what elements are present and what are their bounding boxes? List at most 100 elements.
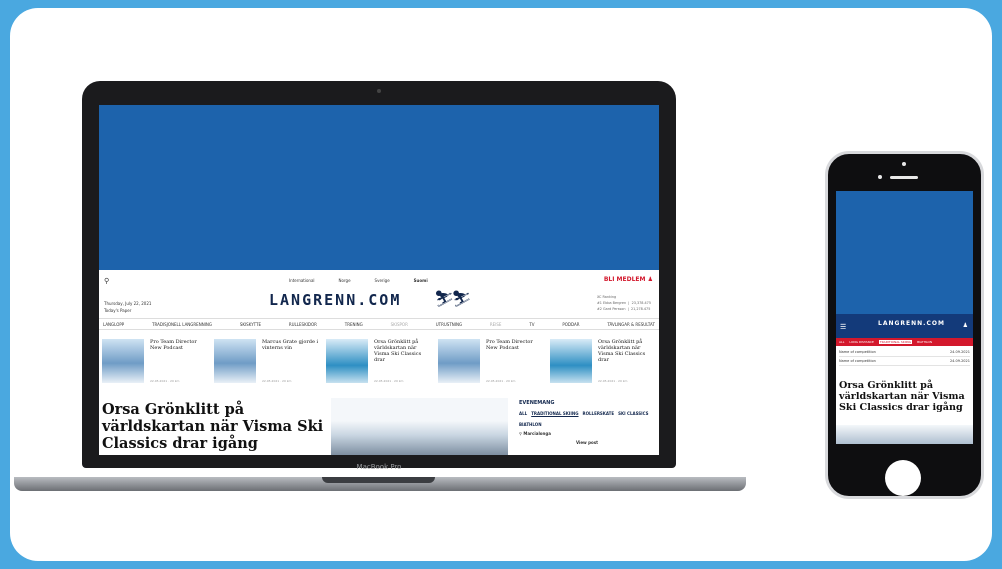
article-thumbnail — [326, 339, 368, 383]
nav-item[interactable]: TÄVLINGAR & RESULTAT — [607, 322, 654, 327]
search-icon[interactable]: ⚲ — [104, 277, 109, 285]
phone-sensor — [878, 175, 882, 179]
phone-hero-banner — [836, 191, 973, 314]
date-block: Thursday, July 22, 2021 Today's Paper — [104, 300, 151, 314]
phone-tabs: ALL LONG DISTANCE TRADITIONAL SKIING BIA… — [836, 338, 973, 346]
mini-article[interactable]: Orsa Grönklitt på världskartan när Visma… — [326, 337, 432, 391]
ranking-widget: XC Ranking #1 Ebba Bergren | 23,378.475 … — [597, 294, 651, 312]
events-tag[interactable]: ALL — [519, 410, 527, 417]
nav-item[interactable]: TRENING — [345, 322, 363, 327]
region-switcher: International Norge Sverige Suomi — [289, 278, 428, 283]
user-icon: ♟ — [647, 276, 653, 283]
region-link-active[interactable]: Suomi — [414, 278, 428, 283]
events-tag[interactable]: ROLLERSKATE — [583, 410, 615, 417]
mini-article-title: Orsa Grönklitt på världskartan när Visma… — [374, 339, 422, 363]
phone-tab[interactable]: BIATHLON — [917, 340, 932, 344]
join-button[interactable]: BLI MEDLEM ♟ — [604, 276, 653, 283]
ranking-name: Ebba Bergren — [603, 301, 627, 305]
phone-camera — [902, 162, 906, 166]
mini-article-title: Pro Team Director New Podcast — [486, 339, 533, 351]
nav-item[interactable]: TV — [529, 322, 534, 327]
ranking-rank: #1 — [596, 301, 602, 305]
events-title: EVENEMANG — [519, 400, 555, 406]
article-thumbnail — [550, 339, 592, 383]
table-row[interactable]: Name of competition 24.09.2021 — [839, 357, 970, 366]
phone-header: ☰ LANGRENN.COM ♟ — [836, 314, 973, 338]
skier-logo-icon: ⛷⛷ — [434, 289, 472, 308]
hamburger-menu-icon[interactable]: ☰ — [840, 323, 846, 331]
article-thumbnail — [438, 339, 480, 383]
mini-article[interactable]: Pro Team Director New Podcast 22.05.2021… — [102, 337, 208, 391]
article-thumbnail — [214, 339, 256, 383]
mini-article-meta: 22.05.2021 · 20 km — [374, 379, 404, 383]
phone-tab[interactable]: LONG DISTANCE — [849, 340, 873, 344]
todays-paper-link[interactable]: Today's Paper — [104, 307, 151, 314]
nav-item[interactable]: LANGLOPP — [103, 322, 124, 327]
ranking-rank: #2 — [596, 307, 602, 311]
phone-mockup: ☰ LANGRENN.COM ♟ ALL LONG DISTANCE TRADI… — [825, 151, 984, 499]
phone-speaker — [890, 176, 918, 179]
nav-item[interactable]: UTRUSTNING — [436, 322, 462, 327]
ranking-points: 21,278.475 — [630, 307, 651, 311]
table-row[interactable]: Name of competition 24.09.2021 — [839, 348, 970, 357]
region-link[interactable]: International — [289, 278, 315, 283]
mini-article[interactable]: Orsa Grönklitt på världskartan när Visma… — [550, 337, 656, 391]
user-icon[interactable]: ♟ — [963, 322, 968, 329]
events-tag[interactable]: SKI CLASSICS — [618, 410, 648, 417]
lead-photo[interactable] — [331, 398, 508, 455]
laptop-notch — [322, 477, 435, 483]
mini-article-meta: 22.05.2021 · 20 km — [598, 379, 628, 383]
events-widget: EVENEMANG ALL TRADITIONAL SKIING ROLLERS… — [519, 400, 655, 445]
nav-item[interactable]: SKISPOR — [391, 322, 408, 327]
mini-article-meta: 22.05.2021 · 20 km — [150, 379, 180, 383]
laptop-mockup: ⚲ International Norge Sverige Suomi BLI … — [82, 81, 676, 468]
nav-item[interactable]: PODDAR — [562, 322, 579, 327]
region-link[interactable]: Sverige — [375, 278, 390, 283]
nav-item[interactable]: RULLESKIDOR — [289, 322, 317, 327]
competition-date: 24.09.2021 — [949, 350, 970, 354]
competition-name: Name of competition — [839, 359, 876, 363]
mini-article-meta: 22.05.2021 · 20 km — [262, 379, 292, 383]
site-logo[interactable]: LANGRENN.COM — [269, 291, 401, 309]
lead-headline[interactable]: Orsa Grönklitt på världskartan när Visma… — [102, 401, 332, 452]
events-tag[interactable]: BIATHLON — [519, 421, 542, 428]
competition-name: Name of competition — [839, 350, 876, 354]
join-label: BLI MEDLEM — [603, 276, 646, 283]
nav-item[interactable]: SKISKYTTE — [240, 322, 261, 327]
date-line: Thursday, July 22, 2021 — [104, 301, 152, 306]
laptop-brand-label: MacBook Pro — [356, 463, 402, 471]
article-strip: Pro Team Director New Podcast 22.05.2021… — [102, 337, 658, 391]
nav-item[interactable]: REISE — [490, 322, 502, 327]
top-bar: ⚲ International Norge Sverige Suomi BLI … — [99, 270, 659, 290]
laptop-screen: ⚲ International Norge Sverige Suomi BLI … — [99, 105, 659, 455]
article-thumbnail — [102, 339, 144, 383]
phone-headline[interactable]: Orsa Grönklitt på världskartan när Visma… — [839, 380, 970, 413]
mini-article[interactable]: Pro Team Director New Podcast 22.05.2021… — [438, 337, 544, 391]
event-place: Marcialonga — [523, 431, 551, 436]
mini-article-title: Marcus Grate gjorde i vinterns vin — [262, 339, 319, 351]
search-icon: ⚲ — [519, 431, 522, 436]
main-nav: LANGLOPP TRADISJONELL LANGRENNING SKISKY… — [99, 318, 659, 330]
competition-table: Name of competition 24.09.2021 Name of c… — [839, 348, 970, 366]
phone-site-logo[interactable]: LANGRENN.COM — [878, 320, 945, 327]
phone-tab-active[interactable]: TRADITIONAL SKIING — [878, 340, 913, 344]
events-tag-active[interactable]: TRADITIONAL SKIING — [531, 410, 578, 417]
laptop-camera — [377, 89, 381, 93]
home-button[interactable] — [885, 460, 921, 496]
nav-item[interactable]: TRADISJONELL LANGRENNING — [152, 322, 212, 327]
phone-screen: ☰ LANGRENN.COM ♟ ALL LONG DISTANCE TRADI… — [836, 191, 973, 444]
mini-article-meta: 22.05.2021 · 20 km — [486, 379, 516, 383]
ranking-name: Gard Persson — [603, 307, 626, 311]
phone-lead-photo[interactable] — [836, 425, 973, 444]
ranking-row[interactable]: #2 Gard Persson | 21,278.475 — [597, 306, 651, 312]
event-item[interactable]: ⚲ Marcialonga — [519, 431, 655, 436]
mini-article-title: Orsa Grönklitt på världskartan när Visma… — [598, 339, 646, 363]
region-link[interactable]: Norge — [339, 278, 351, 283]
ranking-points: 23,378.475 — [631, 301, 651, 305]
phone-tab[interactable]: ALL — [839, 340, 844, 344]
hero-banner — [99, 105, 659, 270]
events-tags: ALL TRADITIONAL SKIING ROLLERSKATE SKI C… — [519, 410, 655, 428]
view-post-link[interactable]: View post — [519, 440, 655, 445]
mini-article[interactable]: Marcus Grate gjorde i vinterns vin 22.05… — [214, 337, 320, 391]
mini-article-title: Pro Team Director New Podcast — [150, 339, 197, 351]
